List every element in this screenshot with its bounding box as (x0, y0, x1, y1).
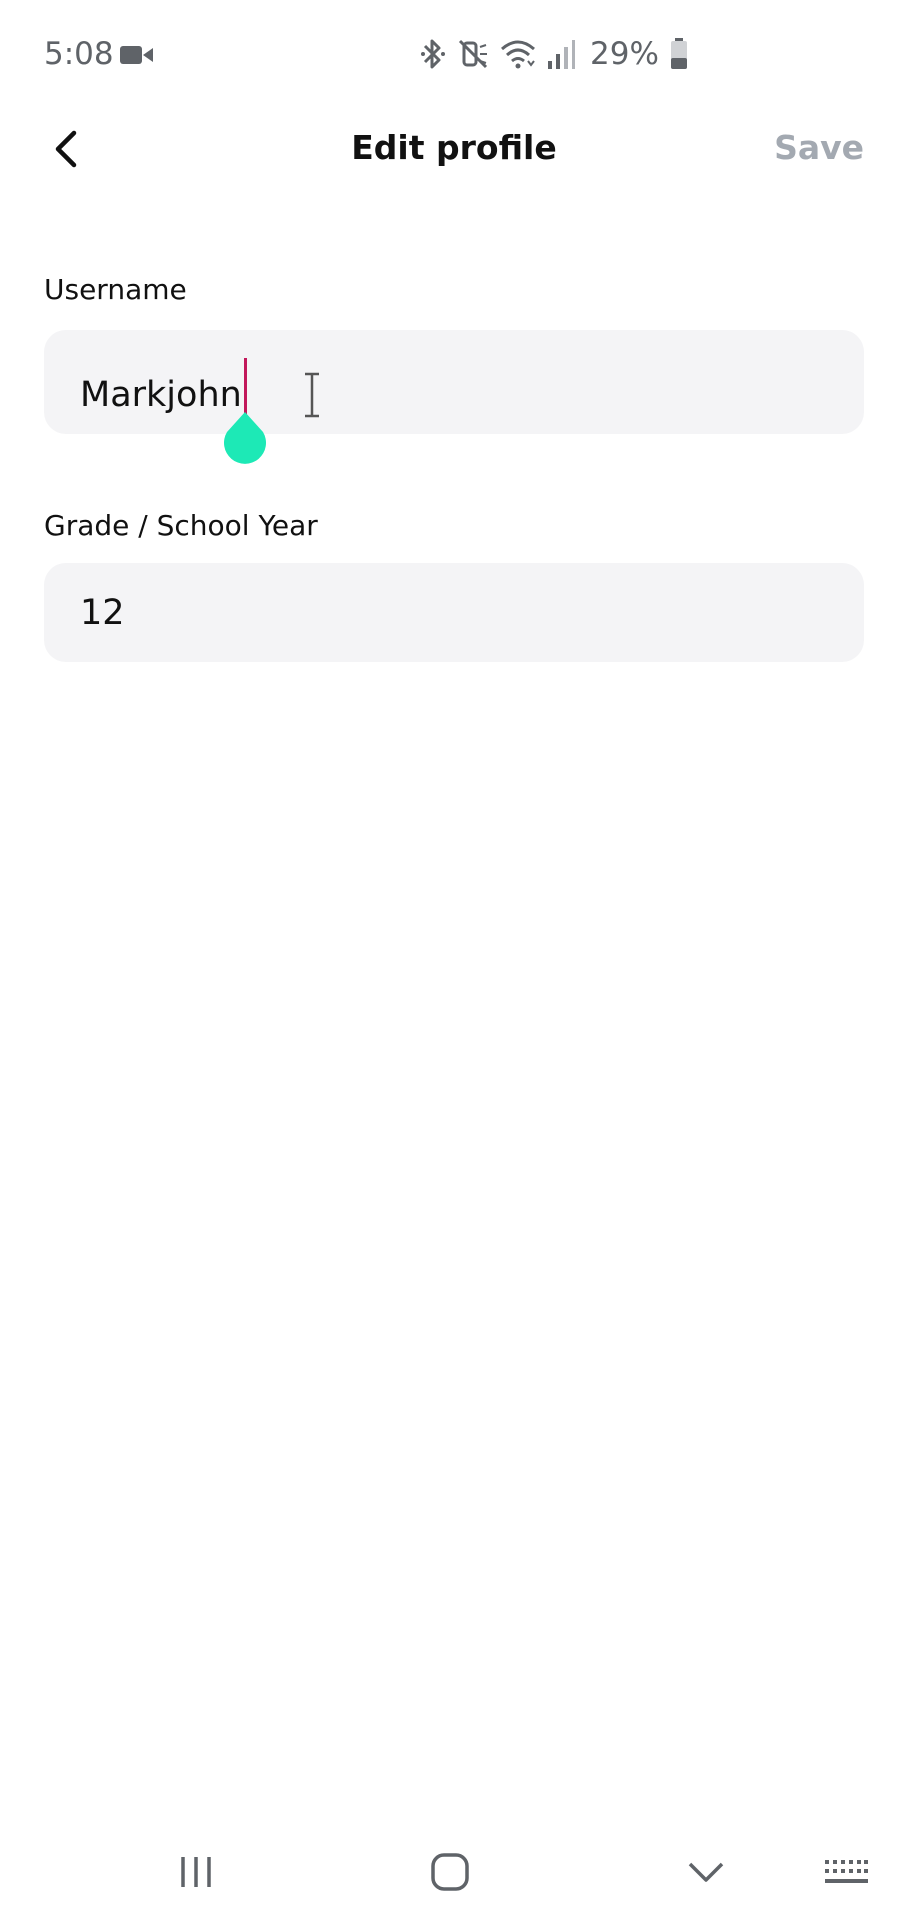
battery-icon (670, 38, 687, 69)
bluetooth-icon (421, 39, 445, 69)
cursor-handle-icon[interactable] (222, 410, 268, 464)
grade-value: 12 (80, 593, 125, 633)
navigation-bar (0, 1830, 908, 1920)
hide-keyboard-button[interactable] (676, 1842, 736, 1902)
username-value: Markjohn (80, 375, 242, 415)
hide-keyboard-icon (688, 1862, 724, 1882)
battery-percent: 29% (590, 36, 659, 72)
home-button[interactable] (420, 1842, 480, 1902)
status-bar: 5:08 29% (0, 0, 908, 110)
ibeam-cursor-icon (305, 372, 319, 418)
username-label: Username (44, 273, 187, 306)
page-title: Edit profile (351, 128, 557, 167)
mute-icon (458, 39, 488, 69)
grade-label: Grade / School Year (44, 509, 318, 542)
app-header: Edit profile Save (0, 110, 908, 185)
keyboard-button[interactable] (816, 1842, 876, 1902)
video-recording-icon (120, 46, 153, 64)
recents-icon (181, 1857, 211, 1887)
wifi-icon (501, 40, 535, 69)
keyboard-icon (825, 1860, 868, 1883)
recents-button[interactable] (166, 1842, 226, 1902)
status-time: 5:08 (44, 36, 114, 72)
username-field[interactable]: Markjohn (44, 330, 864, 434)
home-icon (431, 1853, 469, 1891)
status-icons: 29% (420, 32, 689, 76)
text-cursor (243, 358, 247, 416)
signal-icon (548, 40, 575, 69)
save-button[interactable]: Save (774, 126, 864, 170)
grade-field[interactable]: 12 (44, 563, 864, 662)
